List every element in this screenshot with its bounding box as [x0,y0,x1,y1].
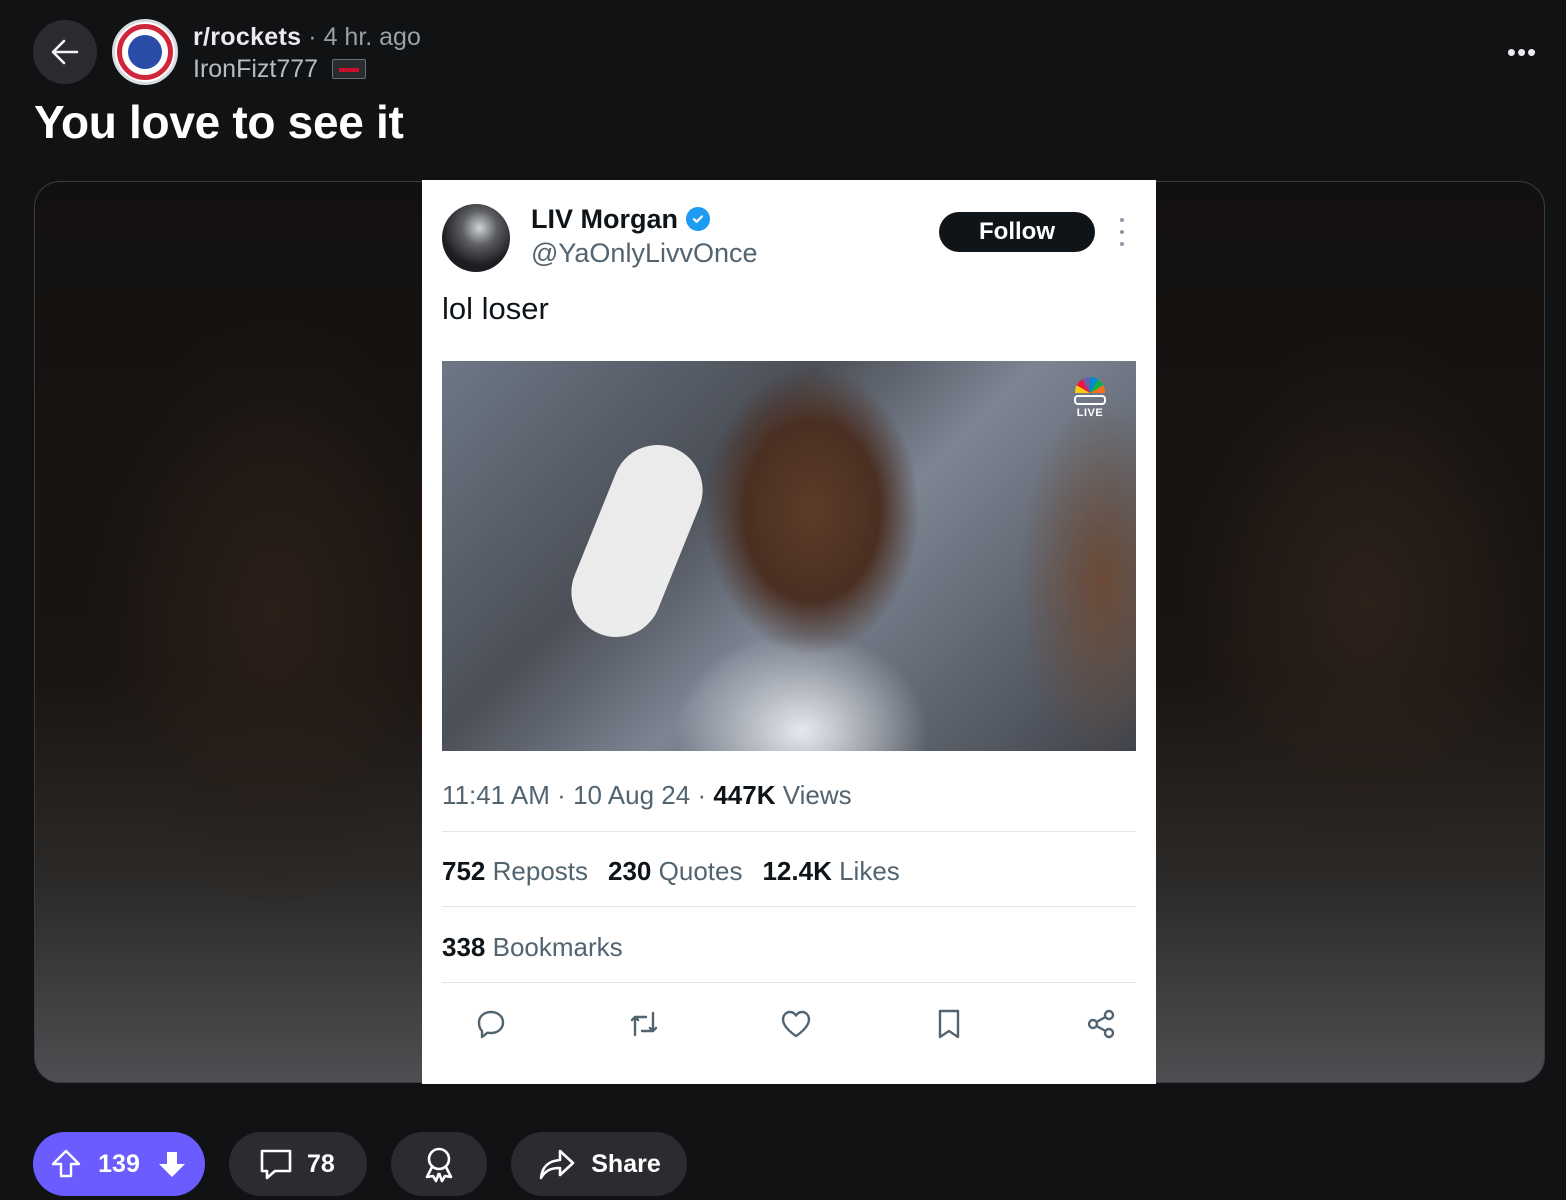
rockets-logo-icon [117,24,173,80]
award-button[interactable] [391,1132,487,1196]
post-title: You love to see it [34,96,404,148]
tweet-sep: · [557,780,566,810]
tweet-more-icon[interactable] [1114,218,1130,246]
tweet-avatar [442,204,510,272]
views-count: 447K [713,780,776,810]
bookmarks-label: Bookmarks [492,932,623,962]
bookmark-icon[interactable] [930,1005,968,1043]
post-meta: r/rockets · 4 hr. ago [193,22,421,52]
share-icon [537,1147,577,1181]
nbc-live-badge: LIVE [1072,377,1108,419]
downvote-icon[interactable] [155,1147,189,1181]
quotes-label: Quotes [658,856,743,886]
share-label: Share [591,1149,661,1178]
tweet-author-name: LIV Morgan [531,204,678,234]
award-icon [419,1144,459,1184]
meta-separator: · [308,23,317,51]
post-action-bar: 139 78 Share [33,1132,687,1196]
back-arrow-icon [51,39,79,65]
likes-label: Likes [839,856,900,886]
tweet-time: 11:41 AM [442,780,550,810]
tweet-text: lol loser [442,291,549,326]
tweet-author: LIV Morgan [531,202,710,236]
reply-icon[interactable] [472,1005,510,1043]
comment-count: 78 [307,1149,335,1178]
bookmarks-stat: 338 Bookmarks [442,930,623,964]
likes-count: 12.4K [762,856,832,886]
author-link[interactable]: IronFizt777 [193,54,318,84]
quotes-stat[interactable]: 230 Quotes [608,854,742,888]
reposts-stat[interactable]: 752 Reposts [442,854,588,888]
comment-icon [257,1146,295,1182]
overflow-menu-button[interactable]: ••• [1502,34,1542,70]
post-age: 4 hr. ago [323,23,421,51]
bookmarks-count: 338 [442,932,486,962]
divider [442,906,1136,907]
upvote-icon[interactable] [49,1147,83,1181]
tweet-handle: @YaOnlyLivvOnce [531,238,758,268]
tweet-screenshot[interactable]: LIV Morgan @YaOnlyLivvOnce Follow lol lo… [422,180,1156,1084]
tweet-actions [472,1004,1120,1044]
repost-icon[interactable] [625,1005,663,1043]
comments-button[interactable]: 78 [229,1132,367,1196]
tweet-timestamp: 11:41 AM · 10 Aug 24 · 447K Views [442,778,852,812]
likes-stat[interactable]: 12.4K Likes [762,854,899,888]
reposts-count: 752 [442,856,486,886]
vote-control: 139 [33,1132,205,1196]
tweet-image: LIVE [442,361,1136,751]
user-flair-icon [332,59,367,79]
subreddit-avatar[interactable] [112,19,178,85]
author-line: IronFizt777 [193,54,367,84]
tweet-date: 10 Aug 24 [573,780,691,810]
vote-count: 139 [98,1149,140,1178]
live-label: LIVE [1076,407,1104,419]
verified-icon [686,207,710,231]
quotes-count: 230 [608,856,652,886]
olympic-rings-icon [1074,395,1106,405]
share-nodes-icon[interactable] [1082,1005,1120,1043]
peacock-icon [1075,377,1105,393]
divider [442,982,1136,983]
back-button[interactable] [33,20,97,84]
subreddit-link[interactable]: r/rockets [193,23,301,51]
follow-button[interactable]: Follow [939,212,1095,252]
like-icon[interactable] [777,1005,815,1043]
views-label: Views [782,780,852,810]
tweet-sep: · [697,780,707,810]
share-button[interactable]: Share [511,1132,687,1196]
divider [442,831,1136,832]
tweet-stats: 752 Reposts 230 Quotes 12.4K Likes [442,854,900,888]
reposts-label: Reposts [492,856,589,886]
